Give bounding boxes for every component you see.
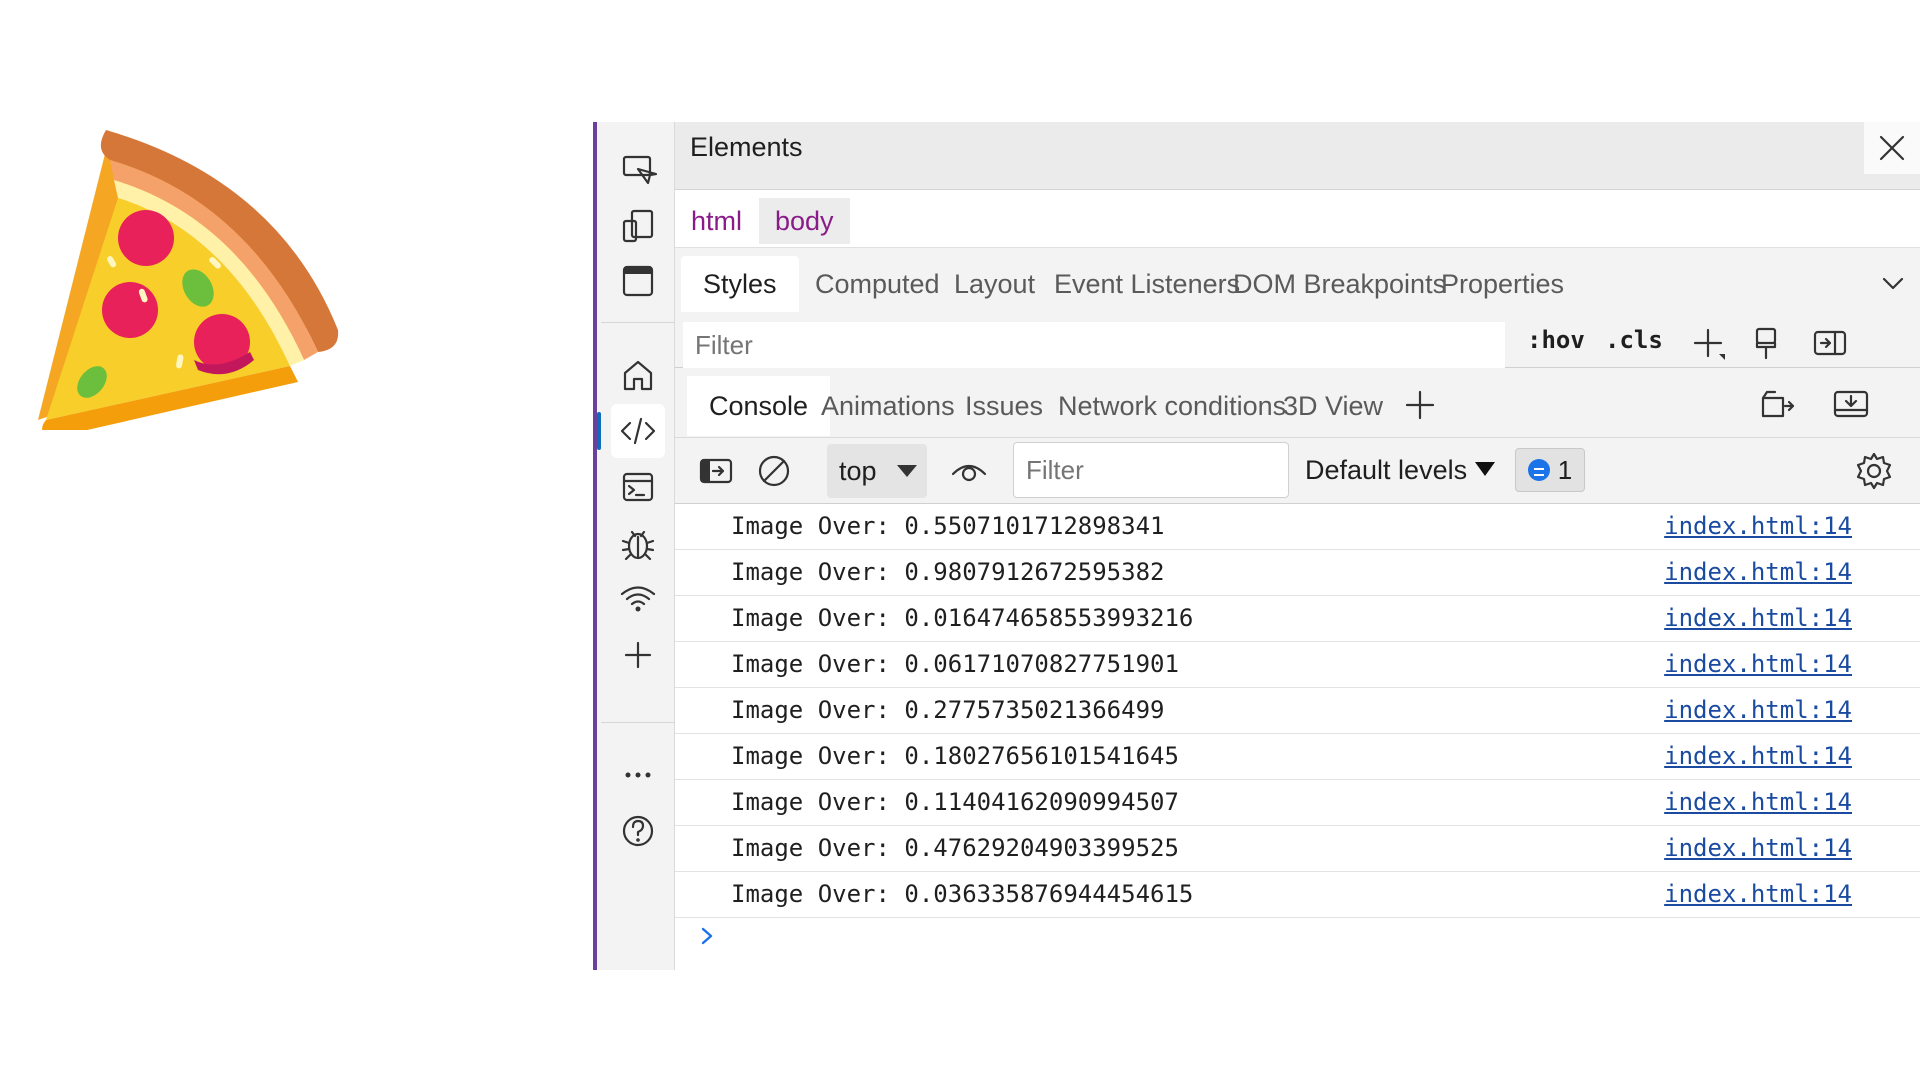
log-row: Image Over: 0.016474658553993216 index.ht… <box>675 596 1920 642</box>
context-value: top <box>839 456 877 486</box>
code-icon[interactable] <box>597 404 665 458</box>
tab-properties[interactable]: Properties <box>1419 256 1586 312</box>
context-select[interactable]: top <box>827 444 927 498</box>
issues-badge[interactable]: 1 <box>1515 448 1585 492</box>
log-source-link[interactable]: index.html:14 <box>1664 550 1852 594</box>
log-source-link[interactable]: index.html:14 <box>1664 780 1852 824</box>
styles-tabbar: Styles Computed Layout Event Listeners D… <box>675 248 1920 316</box>
breadcrumb-body[interactable]: body <box>759 198 850 244</box>
panel-title: Elements <box>690 132 803 162</box>
log-row: Image Over: 0.47629204903399525 index.htm… <box>675 826 1920 872</box>
browser-window-icon[interactable] <box>611 254 665 308</box>
inspect-icon[interactable] <box>611 142 665 196</box>
log-row: Image Over: 0.9807912672595382 index.html… <box>675 550 1920 596</box>
log-source-link[interactable]: index.html:14 <box>1664 642 1852 686</box>
dock-side-icon[interactable] <box>1757 386 1797 422</box>
message-icon <box>1527 459 1550 481</box>
log-source-link[interactable]: index.html:14 <box>1664 872 1852 916</box>
eye-icon[interactable] <box>949 454 989 488</box>
log-message: Image Over: 0.9807912672595382 <box>731 558 1165 586</box>
log-row: Image Over: 0.5507101712898341 index.html… <box>675 504 1920 550</box>
breadcrumb: html body <box>675 190 1920 248</box>
log-row: Image Over: 0.18027656101541645 index.htm… <box>675 734 1920 780</box>
log-source-link[interactable]: index.html:14 <box>1664 596 1852 640</box>
log-levels-dropdown[interactable]: Default levels <box>1305 448 1496 492</box>
chevron-down-icon[interactable] <box>1878 268 1908 298</box>
add-tool-icon[interactable] <box>611 628 665 682</box>
log-message: Image Over: 0.06171070827751901 <box>731 650 1179 678</box>
toggle-sidebar-icon[interactable] <box>1811 324 1849 362</box>
hov-toggle[interactable]: :hov <box>1527 326 1585 354</box>
caret-down-icon <box>897 465 917 477</box>
activity-bar <box>593 122 675 970</box>
log-row: Image Over: 0.06171070827751901 index.htm… <box>675 642 1920 688</box>
console-log: Image Over: 0.5507101712898341 index.html… <box>675 504 1920 962</box>
activity-separator <box>601 722 675 723</box>
pizza-image[interactable] <box>28 120 348 430</box>
sidebar-toggle-icon[interactable] <box>697 452 735 490</box>
caret-down-icon <box>1475 462 1496 476</box>
styles-filter-input[interactable] <box>683 322 1505 368</box>
bug-icon[interactable] <box>611 516 665 570</box>
log-source-link[interactable]: index.html:14 <box>1664 504 1852 548</box>
log-message: Image Over: 0.016474658553993216 <box>731 604 1194 632</box>
gear-icon[interactable] <box>1853 450 1895 492</box>
more-icon[interactable] <box>611 748 665 802</box>
log-message: Image Over: 0.5507101712898341 <box>731 512 1165 540</box>
close-button[interactable] <box>1864 122 1920 174</box>
devtools-window: Elements html body Styles Computed Layou… <box>593 122 1920 970</box>
home-icon[interactable] <box>611 348 665 402</box>
console-prompt[interactable] <box>675 918 1920 962</box>
elements-header: Elements <box>675 122 1920 190</box>
log-source-link[interactable]: index.html:14 <box>1664 826 1852 870</box>
log-message: Image Over: 0.2775735021366499 <box>731 696 1165 724</box>
console-toolbar: top Default levels 1 <box>675 438 1920 504</box>
paint-brush-icon[interactable] <box>1747 324 1785 362</box>
help-icon[interactable] <box>611 804 665 858</box>
tab-3d-view[interactable]: 3D View <box>1261 376 1405 436</box>
device-emulation-icon[interactable] <box>611 198 665 252</box>
log-message: Image Over: 0.18027656101541645 <box>731 742 1179 770</box>
log-message: Image Over: 0.036335876944454615 <box>731 880 1194 908</box>
styles-filter-row: :hov .cls <box>675 316 1920 368</box>
devtools-panel: Elements html body Styles Computed Layou… <box>675 122 1920 970</box>
log-source-link[interactable]: index.html:14 <box>1664 734 1852 778</box>
log-source-link[interactable]: index.html:14 <box>1664 688 1852 732</box>
drawer-tabbar: Console Animations Issues Network condit… <box>675 368 1920 438</box>
tab-styles[interactable]: Styles <box>681 256 799 312</box>
log-message: Image Over: 0.11404162090994507 <box>731 788 1179 816</box>
wifi-icon[interactable] <box>611 572 665 626</box>
log-row: Image Over: 0.036335876944454615 index.ht… <box>675 872 1920 918</box>
clear-console-icon[interactable] <box>755 452 793 490</box>
log-row: Image Over: 0.11404162090994507 index.htm… <box>675 780 1920 826</box>
close-icon <box>1879 135 1905 161</box>
log-row: Image Over: 0.2775735021366499 index.html… <box>675 688 1920 734</box>
close-drawer-icon[interactable] <box>1831 386 1871 422</box>
levels-label: Default levels <box>1305 455 1468 485</box>
breadcrumb-html[interactable]: html <box>675 198 758 244</box>
console-filter-input[interactable] <box>1013 442 1289 498</box>
cls-toggle[interactable]: .cls <box>1605 326 1663 354</box>
page: Elements html body Styles Computed Layou… <box>0 0 1920 1080</box>
issues-count: 1 <box>1557 454 1573 485</box>
log-message: Image Over: 0.47629204903399525 <box>731 834 1179 862</box>
chevron-right-icon <box>701 927 713 945</box>
activity-separator <box>601 322 675 323</box>
add-tab-icon[interactable] <box>1403 388 1437 422</box>
console-icon[interactable] <box>611 460 665 514</box>
new-rule-icon[interactable] <box>1689 324 1727 362</box>
